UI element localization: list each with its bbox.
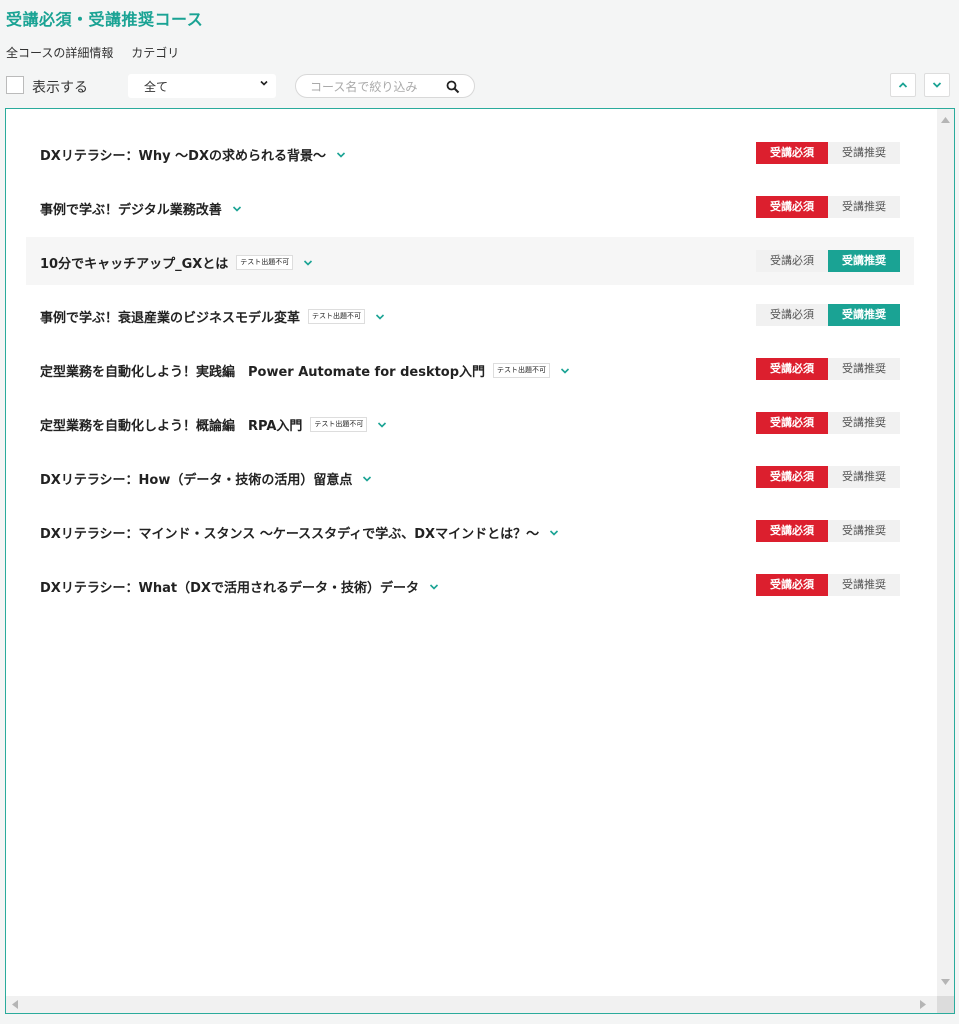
filter-bar: 表示する 全て <box>6 73 953 98</box>
chevron-down-icon[interactable] <box>560 367 570 375</box>
chevron-down-icon <box>932 82 942 88</box>
chevron-down-icon[interactable] <box>303 259 313 267</box>
chevron-down-icon[interactable] <box>429 583 439 591</box>
scroll-right-arrow-icon[interactable] <box>920 1000 926 1009</box>
required-badge[interactable]: 受講必須 <box>756 520 828 542</box>
page-title: 受講必須・受講推奨コース <box>6 10 204 29</box>
search-icon[interactable] <box>446 80 460 94</box>
no-test-tag: テスト出題不可 <box>236 255 294 270</box>
required-badge[interactable]: 受講必須 <box>756 412 828 434</box>
category-link[interactable]: カテゴリ <box>131 46 179 60</box>
course-title-wrap: DXリテラシー：What（DXで活用されるデータ・技術）データ <box>40 577 439 596</box>
horizontal-scrollbar[interactable] <box>6 996 937 1013</box>
course-title[interactable]: 事例で学ぶ！デジタル業務改善 <box>40 199 222 218</box>
status-toggle: 受講必須 受講推奨 <box>756 520 900 542</box>
course-row[interactable]: 定型業務を自動化しよう！実践編 Power Automate for deskt… <box>26 345 914 393</box>
filter-select-value: 全て <box>144 80 169 94</box>
required-badge[interactable]: 受講必須 <box>756 250 828 272</box>
status-toggle: 受講必須 受講推奨 <box>756 358 900 380</box>
course-title-wrap: DXリテラシー：How（データ・技術の活用）留意点 <box>40 469 372 488</box>
no-test-tag: テスト出題不可 <box>310 417 368 432</box>
scroll-left-arrow-icon[interactable] <box>12 1000 18 1009</box>
course-title-wrap: DXリテラシー：マインド・スタンス ～ケーススタディで学ぶ、DXマインドとは？～ <box>40 523 559 542</box>
chevron-up-icon <box>898 82 908 88</box>
course-title-wrap: DXリテラシー：Why ～DXの求められる背景～ <box>40 145 346 164</box>
required-badge[interactable]: 受講必須 <box>756 466 828 488</box>
recommended-badge[interactable]: 受講推奨 <box>828 358 900 380</box>
required-badge[interactable]: 受講必須 <box>756 142 828 164</box>
course-title-wrap: 事例で学ぶ！デジタル業務改善 <box>40 199 242 218</box>
filter-select[interactable]: 全て <box>128 74 276 98</box>
course-title[interactable]: 定型業務を自動化しよう！概論編 RPA入門 <box>40 415 302 434</box>
recommended-badge[interactable]: 受講推奨 <box>828 142 900 164</box>
course-title-wrap: 定型業務を自動化しよう！概論編 RPA入門 テスト出題不可 <box>40 415 387 434</box>
course-list: DXリテラシー：Why ～DXの求められる背景～ 受講必須 受講推奨 事例で学ぶ！デジ… <box>26 129 914 615</box>
course-title-wrap: 10分でキャッチアップ_GXとは テスト出題不可 <box>40 253 313 272</box>
recommended-badge[interactable]: 受講推奨 <box>828 520 900 542</box>
no-test-tag: テスト出題不可 <box>493 363 551 378</box>
search-box <box>295 74 475 98</box>
vertical-scrollbar[interactable] <box>937 109 954 996</box>
status-toggle: 受講必須 受講推奨 <box>756 574 900 596</box>
course-row[interactable]: DXリテラシー：What（DXで活用されるデータ・技術）データ 受講必須 受講推奨 <box>26 561 914 609</box>
course-title[interactable]: 事例で学ぶ！衰退産業のビジネスモデル変革 <box>40 307 300 326</box>
header-links: 全コースの詳細情報 カテゴリ <box>6 44 193 61</box>
course-title[interactable]: DXリテラシー：マインド・スタンス ～ケーススタディで学ぶ、DXマインドとは？～ <box>40 523 539 542</box>
course-title-wrap: 定型業務を自動化しよう！実践編 Power Automate for deskt… <box>40 361 570 380</box>
no-test-tag: テスト出題不可 <box>308 309 366 324</box>
search-input[interactable] <box>308 78 437 96</box>
course-row[interactable]: 事例で学ぶ！衰退産業のビジネスモデル変革 テスト出題不可 受講必須 受講推奨 <box>26 291 914 339</box>
collapse-all-button[interactable] <box>890 73 916 97</box>
required-badge[interactable]: 受講必須 <box>756 358 828 380</box>
status-toggle: 受講必須 受講推奨 <box>756 196 900 218</box>
recommended-badge[interactable]: 受講推奨 <box>828 250 900 272</box>
chevron-down-icon[interactable] <box>377 421 387 429</box>
status-toggle: 受講必須 受講推奨 <box>756 412 900 434</box>
scrollbar-corner <box>937 996 954 1013</box>
course-title[interactable]: DXリテラシー：How（データ・技術の活用）留意点 <box>40 469 352 488</box>
course-row[interactable]: 定型業務を自動化しよう！概論編 RPA入門 テスト出題不可 受講必須 受講推奨 <box>26 399 914 447</box>
chevron-down-icon[interactable] <box>549 529 559 537</box>
recommended-badge[interactable]: 受講推奨 <box>828 466 900 488</box>
chevron-down-icon[interactable] <box>362 475 372 483</box>
status-toggle: 受講必須 受講推奨 <box>756 250 900 272</box>
scroll-down-arrow-icon[interactable] <box>941 979 950 985</box>
course-row[interactable]: DXリテラシー：マインド・スタンス ～ケーススタディで学ぶ、DXマインドとは？～… <box>26 507 914 555</box>
recommended-badge[interactable]: 受講推奨 <box>828 412 900 434</box>
expand-all-button[interactable] <box>924 73 950 97</box>
course-row[interactable]: DXリテラシー：Why ～DXの求められる背景～ 受講必須 受講推奨 <box>26 129 914 177</box>
status-toggle: 受講必須 受講推奨 <box>756 304 900 326</box>
chevron-down-icon[interactable] <box>336 151 346 159</box>
chevron-down-icon <box>260 80 268 86</box>
course-row[interactable]: 事例で学ぶ！デジタル業務改善 受講必須 受講推奨 <box>26 183 914 231</box>
chevron-down-icon[interactable] <box>375 313 385 321</box>
course-title[interactable]: DXリテラシー：What（DXで活用されるデータ・技術）データ <box>40 577 419 596</box>
required-badge[interactable]: 受講必須 <box>756 304 828 326</box>
scroll-up-arrow-icon[interactable] <box>941 117 950 123</box>
show-checkbox[interactable] <box>6 76 24 94</box>
recommended-badge[interactable]: 受講推奨 <box>828 304 900 326</box>
course-list-panel: DXリテラシー：Why ～DXの求められる背景～ 受講必須 受講推奨 事例で学ぶ！デジ… <box>5 108 955 1014</box>
recommended-badge[interactable]: 受講推奨 <box>828 574 900 596</box>
all-courses-detail-link[interactable]: 全コースの詳細情報 <box>6 46 113 60</box>
status-toggle: 受講必須 受講推奨 <box>756 142 900 164</box>
recommended-badge[interactable]: 受講推奨 <box>828 196 900 218</box>
course-title[interactable]: DXリテラシー：Why ～DXの求められる背景～ <box>40 145 326 164</box>
course-title-wrap: 事例で学ぶ！衰退産業のビジネスモデル変革 テスト出題不可 <box>40 307 385 326</box>
course-row[interactable]: 10分でキャッチアップ_GXとは テスト出題不可 受講必須 受講推奨 <box>26 237 914 285</box>
course-title[interactable]: 10分でキャッチアップ_GXとは <box>40 253 228 272</box>
course-row[interactable]: DXリテラシー：How（データ・技術の活用）留意点 受講必須 受講推奨 <box>26 453 914 501</box>
status-toggle: 受講必須 受講推奨 <box>756 466 900 488</box>
show-checkbox-label: 表示する <box>32 80 88 96</box>
course-title[interactable]: 定型業務を自動化しよう！実践編 Power Automate for deskt… <box>40 361 485 380</box>
chevron-down-icon[interactable] <box>232 205 242 213</box>
required-badge[interactable]: 受講必須 <box>756 574 828 596</box>
required-badge[interactable]: 受講必須 <box>756 196 828 218</box>
